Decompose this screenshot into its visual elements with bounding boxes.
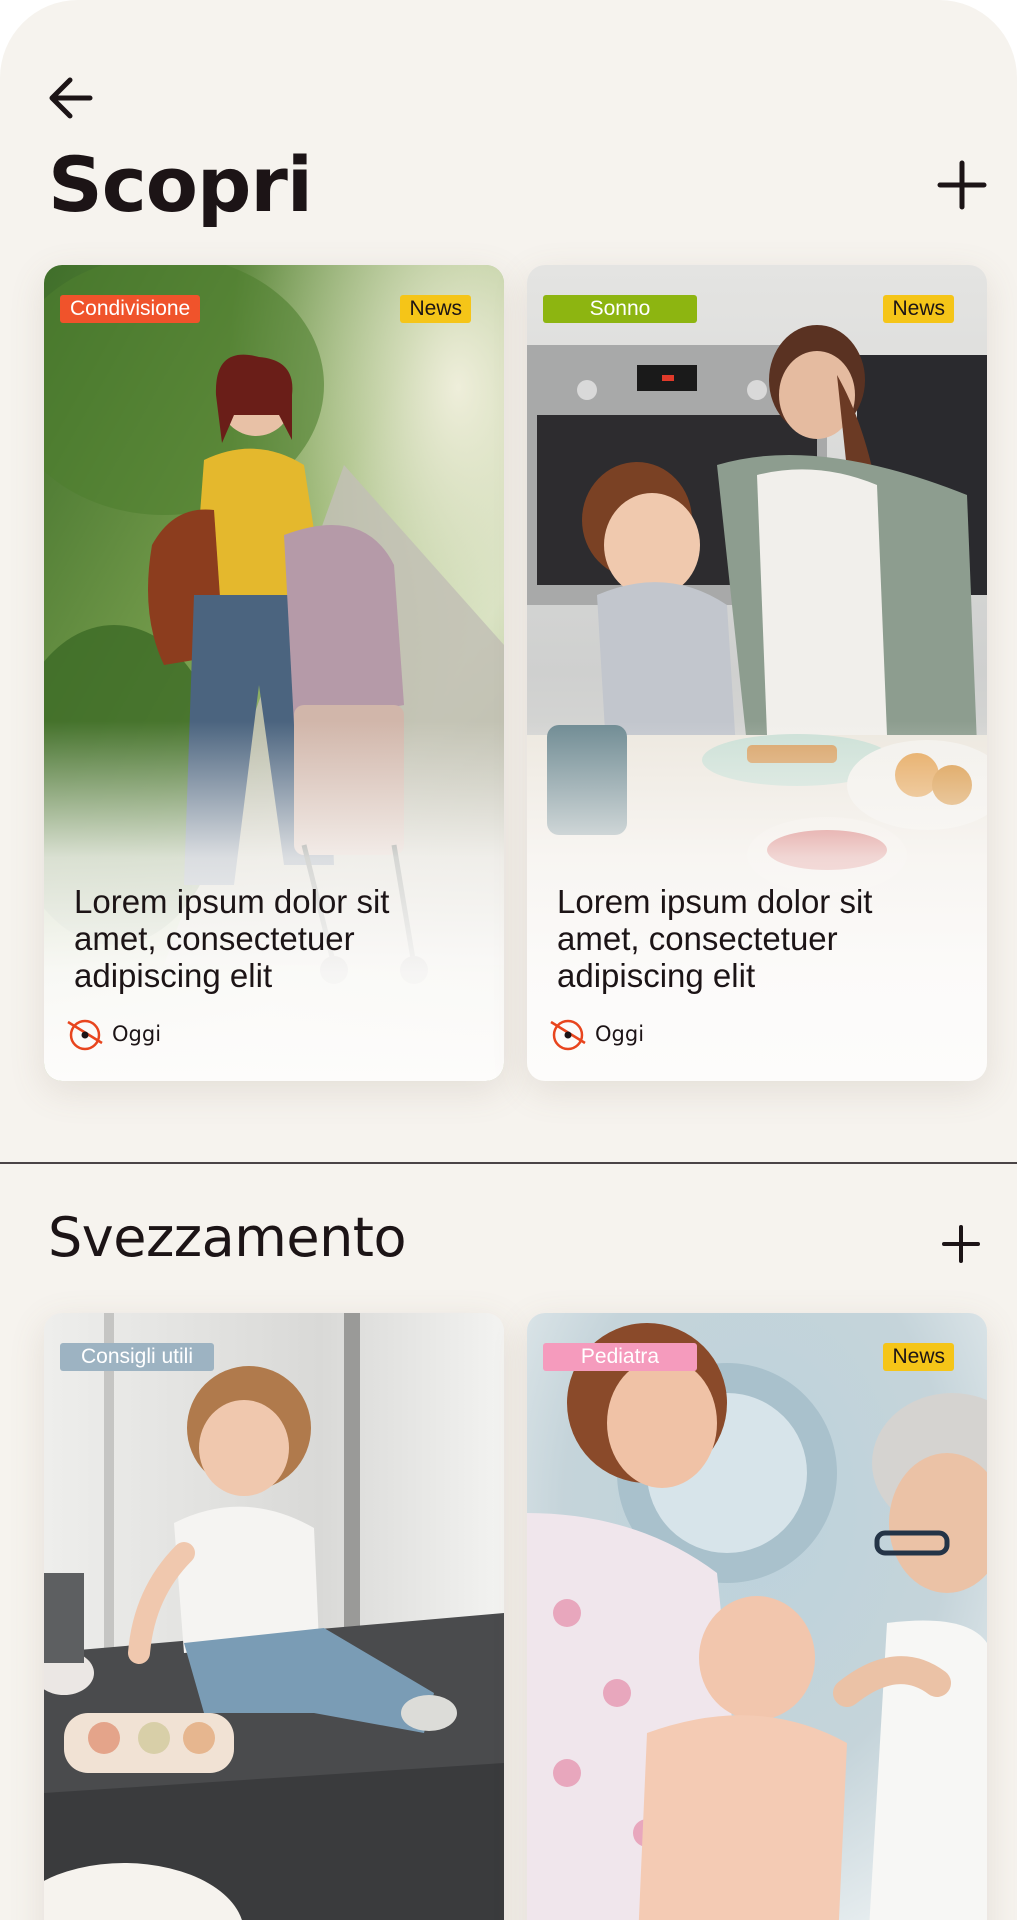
screen: Scopri Condivisione News Lorem ipsum dol… [0,0,1017,1920]
page-title: Scopri [48,140,313,229]
card-meta: Oggi [549,1017,644,1051]
card-date: Oggi [595,1022,645,1046]
news-badge: News [883,295,954,323]
section-title: Svezzamento [48,1206,407,1269]
card-title: Lorem ipsum dolor sit amet, consectetuer… [74,883,390,994]
card-meta: Oggi [66,1017,161,1051]
section-divider [0,1162,1017,1164]
article-card[interactable]: Sonno News Lorem ipsum dolor sit amet, c… [527,265,987,1081]
back-button[interactable] [42,70,102,126]
section-add-button[interactable] [941,1224,981,1264]
article-card[interactable]: Pediatra News [527,1313,987,1920]
card-photo [527,1313,987,1920]
plus-icon [937,160,987,210]
add-button[interactable] [937,160,987,210]
clock-icon [550,1019,586,1051]
category-tag: Consigli utili [60,1343,214,1371]
category-tag: Pediatra [543,1343,697,1371]
arrow-left-icon [49,77,93,119]
card-title: Lorem ipsum dolor sit amet, consectetuer… [557,883,873,994]
news-badge: News [883,1343,954,1371]
category-tag: Sonno [543,295,697,323]
article-card[interactable]: Consigli utili [44,1313,504,1920]
clock-icon [67,1019,103,1051]
news-badge: News [400,295,471,323]
card-date: Oggi [112,1022,162,1046]
plus-icon [942,1225,980,1263]
article-card[interactable]: Condivisione News Lorem ipsum dolor sit … [44,265,504,1081]
category-tag: Condivisione [60,295,201,323]
card-photo [44,1313,504,1920]
